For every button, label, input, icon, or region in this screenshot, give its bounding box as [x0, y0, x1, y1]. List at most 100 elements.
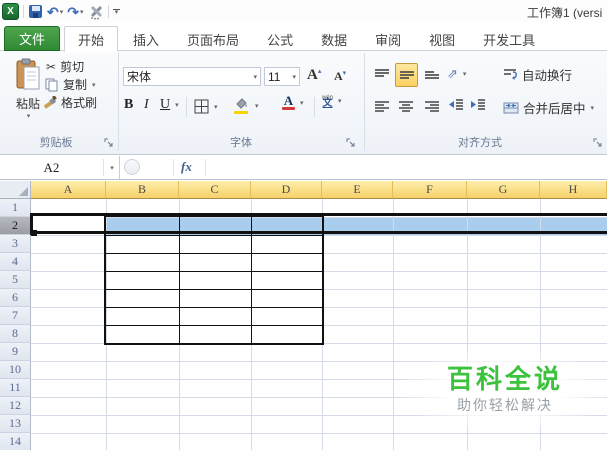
row-header-6[interactable]: 6: [0, 289, 31, 307]
bold-button[interactable]: B: [124, 97, 133, 113]
chevron-down-icon: ▾: [292, 73, 296, 81]
borders-button[interactable]: ▾: [194, 99, 218, 114]
alignment-dialog-launcher[interactable]: [593, 138, 604, 149]
row-header-12[interactable]: 12: [0, 397, 31, 415]
chevron-down-icon: ▾: [462, 71, 467, 78]
name-box-value: A2: [43, 159, 60, 175]
formula-input[interactable]: [208, 160, 603, 176]
align-bottom-button[interactable]: [421, 64, 443, 86]
name-box[interactable]: A2 ▾: [0, 156, 120, 179]
chevron-down-icon: ▾: [214, 103, 218, 111]
customize-qat-button[interactable]: ▾: [112, 8, 120, 16]
redo-icon: ↷: [67, 3, 79, 20]
merge-center-button[interactable]: 合并后居中 ▾: [503, 98, 594, 117]
fill-color-button[interactable]: ▾: [234, 97, 259, 114]
alignment-group-label: 对齐方式: [458, 137, 502, 149]
redo-button[interactable]: ↷ ▾: [67, 5, 83, 19]
tab-开发工具[interactable]: 开发工具: [470, 28, 548, 51]
tab-视图[interactable]: 视图: [416, 28, 468, 51]
row-header-2[interactable]: 2: [0, 217, 31, 235]
paint-bucket-icon: [234, 97, 250, 114]
chevron-down-icon: ▾: [253, 73, 257, 81]
tab-开始[interactable]: 开始: [64, 26, 119, 52]
column-header-C[interactable]: C: [179, 181, 251, 199]
font-name-combo[interactable]: 宋体 ▾: [123, 67, 261, 86]
ribbon: 粘贴 ▾ ✂ 剪切 复制 ▾ 格式刷 剪贴板 宋体 ▾ 11 ▾ A▴ A▾ B…: [0, 51, 607, 155]
grow-font-button[interactable]: A▴: [307, 67, 321, 84]
formula-bar: A2 ▾ fx: [0, 156, 607, 180]
row-header-4[interactable]: 4: [0, 253, 31, 271]
tab-页面布局[interactable]: 页面布局: [174, 28, 252, 51]
excel-window: X ↶ ▾ ↷ ▾ ▾ 工作簿1 (versi 文件 开始 插入 页面布局 公式…: [0, 0, 607, 450]
tab-公式[interactable]: 公式: [254, 28, 306, 51]
row-header-8[interactable]: 8: [0, 325, 31, 343]
borders-grid-icon: [194, 99, 209, 114]
tab-file[interactable]: 文件: [4, 26, 61, 51]
align-center-button[interactable]: [395, 96, 417, 118]
column-header-H[interactable]: H: [540, 181, 607, 199]
tab-插入[interactable]: 插入: [120, 28, 172, 51]
formula-bar-handle[interactable]: [124, 159, 140, 175]
decrease-indent-button[interactable]: [448, 98, 465, 114]
column-header-D[interactable]: D: [251, 181, 322, 199]
row-header-14[interactable]: 14: [0, 433, 31, 450]
tab-审阅[interactable]: 审阅: [362, 28, 414, 51]
insert-function-button[interactable]: fx: [181, 159, 192, 175]
undo-button[interactable]: ↶ ▾: [47, 5, 63, 19]
font-color-letter: A: [283, 93, 294, 108]
shrink-font-letter: A: [334, 69, 343, 83]
italic-button[interactable]: I: [144, 97, 149, 113]
align-top-button[interactable]: [371, 64, 393, 86]
column-header-B[interactable]: B: [106, 181, 179, 199]
column-header-F[interactable]: F: [393, 181, 467, 199]
row-header-5[interactable]: 5: [0, 271, 31, 289]
shrink-font-button[interactable]: A▾: [334, 69, 346, 84]
save-button[interactable]: [28, 4, 43, 19]
row-header-9[interactable]: 9: [0, 343, 31, 361]
align-left-button[interactable]: [371, 96, 393, 118]
column-header-E[interactable]: E: [322, 181, 393, 199]
title-bar: X ↶ ▾ ↷ ▾ ▾ 工作簿1 (versi: [0, 0, 607, 22]
font-color-button[interactable]: A ▾: [282, 93, 304, 110]
diagonal-text-icon: ⇗: [447, 66, 458, 81]
row-header-10[interactable]: 10: [0, 361, 31, 379]
tools-button[interactable]: [88, 4, 104, 20]
divider: [314, 97, 315, 117]
clipboard-dialog-launcher[interactable]: [104, 138, 115, 149]
format-painter-button[interactable]: 格式刷: [43, 94, 97, 111]
phonetic-guide-button[interactable]: wén 文 ▾: [322, 95, 342, 109]
column-header-A[interactable]: A: [31, 181, 106, 199]
fill-handle[interactable]: [31, 230, 37, 236]
row-header-11[interactable]: 11: [0, 379, 31, 397]
font-dialog-launcher[interactable]: [346, 138, 357, 149]
excel-logo-icon[interactable]: X: [2, 3, 19, 20]
row-header-1[interactable]: 1: [0, 199, 31, 217]
crossed-tools-icon: [90, 5, 102, 19]
column-header-G[interactable]: G: [467, 181, 540, 199]
align-middle-button[interactable]: [395, 63, 418, 87]
chevron-down-icon: ▾: [92, 81, 96, 89]
name-box-dropdown[interactable]: ▾: [103, 159, 119, 176]
worksheet-grid[interactable]: A B C D E F G H 1 2 3 4 5 6 7 8 9 10 11 12 13 14 百科全说 助你轻松解决: [0, 180, 607, 450]
cut-button[interactable]: ✂ 剪切: [46, 58, 84, 75]
copy-label: 复制: [63, 78, 88, 92]
tab-数据[interactable]: 数据: [308, 28, 360, 51]
orientation-button[interactable]: ⇗ ▾: [447, 66, 466, 82]
align-right-button[interactable]: [421, 96, 443, 118]
increase-indent-button[interactable]: [470, 98, 487, 114]
row-header-3[interactable]: 3: [0, 235, 31, 253]
ribbon-tabs: 文件 开始 插入 页面布局 公式 数据 审阅 视图 开发工具: [4, 26, 550, 52]
chevron-down-icon[interactable]: ▾: [80, 8, 84, 16]
merge-center-icon: [503, 102, 519, 113]
selection-border-top: [31, 213, 607, 216]
font-size-combo[interactable]: 11 ▾: [264, 67, 300, 86]
wrap-text-button[interactable]: 自动换行: [503, 65, 572, 84]
chevron-down-icon[interactable]: ▾: [60, 8, 64, 16]
row-header-13[interactable]: 13: [0, 415, 31, 433]
copy-button[interactable]: 复制 ▾: [45, 76, 96, 93]
chevron-down-icon: ▾: [26, 113, 31, 120]
row-header-7[interactable]: 7: [0, 307, 31, 325]
select-all-button[interactable]: [0, 181, 31, 199]
underline-button[interactable]: U ▾: [160, 97, 179, 113]
chevron-down-icon: ▾: [338, 98, 342, 105]
